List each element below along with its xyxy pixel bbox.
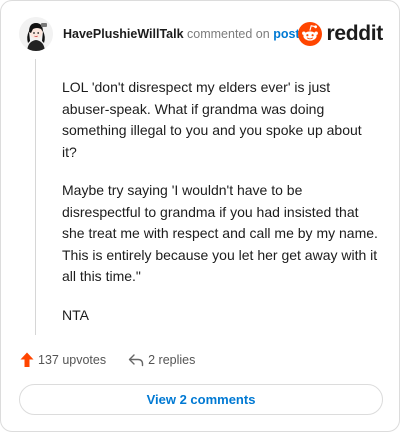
comment-actions: 137 upvotes 2 replies — [20, 350, 195, 370]
upvote-count: 137 upvotes — [38, 353, 107, 367]
commented-on-label: commented on — [187, 27, 270, 41]
avatar-icon — [19, 17, 53, 51]
author-name[interactable]: HavePlushieWillTalk — [63, 27, 184, 41]
replies-button[interactable]: 2 replies — [128, 353, 195, 367]
comment-meta: HavePlushieWillTalk commented on post — [63, 27, 300, 41]
reply-count: 2 replies — [148, 353, 196, 367]
comment-paragraph: NTA — [62, 306, 89, 323]
comment-card: HavePlushieWillTalk commented on post re… — [0, 0, 400, 432]
thread-line — [35, 59, 36, 335]
comment-paragraph: LOL 'don't disrespect my elders ever' is… — [62, 79, 362, 160]
comment-header: HavePlushieWillTalk commented on post re… — [19, 17, 383, 51]
comment-paragraph: Maybe try saying 'I wouldn't have to be … — [62, 182, 378, 284]
reddit-brand[interactable]: reddit — [298, 21, 383, 47]
comment-body: LOL 'don't disrespect my elders ever' is… — [62, 77, 380, 343]
reddit-snoo-icon — [298, 22, 323, 46]
reply-arrow-icon — [128, 354, 144, 367]
user-avatar[interactable] — [19, 17, 53, 51]
post-link[interactable]: post — [273, 27, 299, 41]
upvote-button[interactable]: 137 upvotes — [20, 352, 106, 368]
upvote-arrow-icon — [20, 352, 34, 367]
reddit-wordmark: reddit — [326, 22, 383, 45]
view-comments-button[interactable]: View 2 comments — [19, 384, 383, 415]
